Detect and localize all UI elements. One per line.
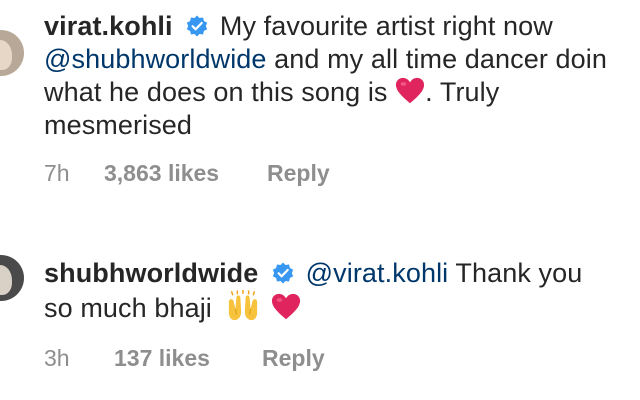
username-link[interactable]: virat.kohli <box>44 11 173 41</box>
comment-text: mesmerised <box>44 110 193 140</box>
red-heart-icon <box>272 293 301 320</box>
comment-meta: 7h 3,863 likes Reply <box>44 160 330 187</box>
comment-line: shubhworldwide @virat.kohli Thank you <box>44 257 640 290</box>
username-link[interactable]: shubhworldwide <box>44 258 258 288</box>
comment-line: so much bhaji <box>44 290 640 325</box>
comment-text: Thank you <box>448 258 583 288</box>
comment-line: mesmerised <box>44 109 640 142</box>
red-heart-icon <box>396 77 425 104</box>
comment-line: what he does on this song is . Truly <box>44 76 640 109</box>
comment-text: . Truly <box>425 77 500 107</box>
likes-count[interactable]: 137 likes <box>114 345 262 372</box>
reply-button[interactable]: Reply <box>267 160 330 187</box>
mention-link[interactable]: @virat.kohli <box>306 258 449 288</box>
comment-body: virat.kohli My favourite artist right no… <box>44 10 640 142</box>
comment-line: @shubhworldwide and my all time dancer d… <box>44 43 640 76</box>
avatar-photo <box>0 40 12 70</box>
comment-text: and my all time dancer doin <box>266 44 608 74</box>
comment-text: My favourite artist right now <box>219 11 553 41</box>
comment-text: what he does on this song is <box>44 77 388 107</box>
avatar[interactable] <box>0 30 24 76</box>
likes-count[interactable]: 3,863 likes <box>104 160 267 187</box>
avatar-photo <box>0 265 12 295</box>
timestamp[interactable]: 3h <box>44 345 114 372</box>
verified-badge-icon <box>272 262 294 284</box>
comment-meta: 3h 137 likes Reply <box>44 345 325 372</box>
raising-hands-icon <box>228 290 257 321</box>
avatar[interactable] <box>0 255 24 301</box>
comment-body: shubhworldwide @virat.kohli Thank you so… <box>44 257 640 325</box>
comment-item: virat.kohli My favourite artist right no… <box>0 0 640 200</box>
timestamp[interactable]: 7h <box>44 160 104 187</box>
mention-link[interactable]: @shubhworldwide <box>44 44 267 74</box>
verified-badge-icon <box>187 15 208 37</box>
comments-panel: virat.kohli My favourite artist right no… <box>0 0 640 400</box>
comment-line: virat.kohli My favourite artist right no… <box>44 10 640 43</box>
comment-text: so much bhaji <box>44 293 212 323</box>
comment-item: shubhworldwide @virat.kohli Thank you so… <box>0 240 640 400</box>
reply-button[interactable]: Reply <box>262 345 325 372</box>
